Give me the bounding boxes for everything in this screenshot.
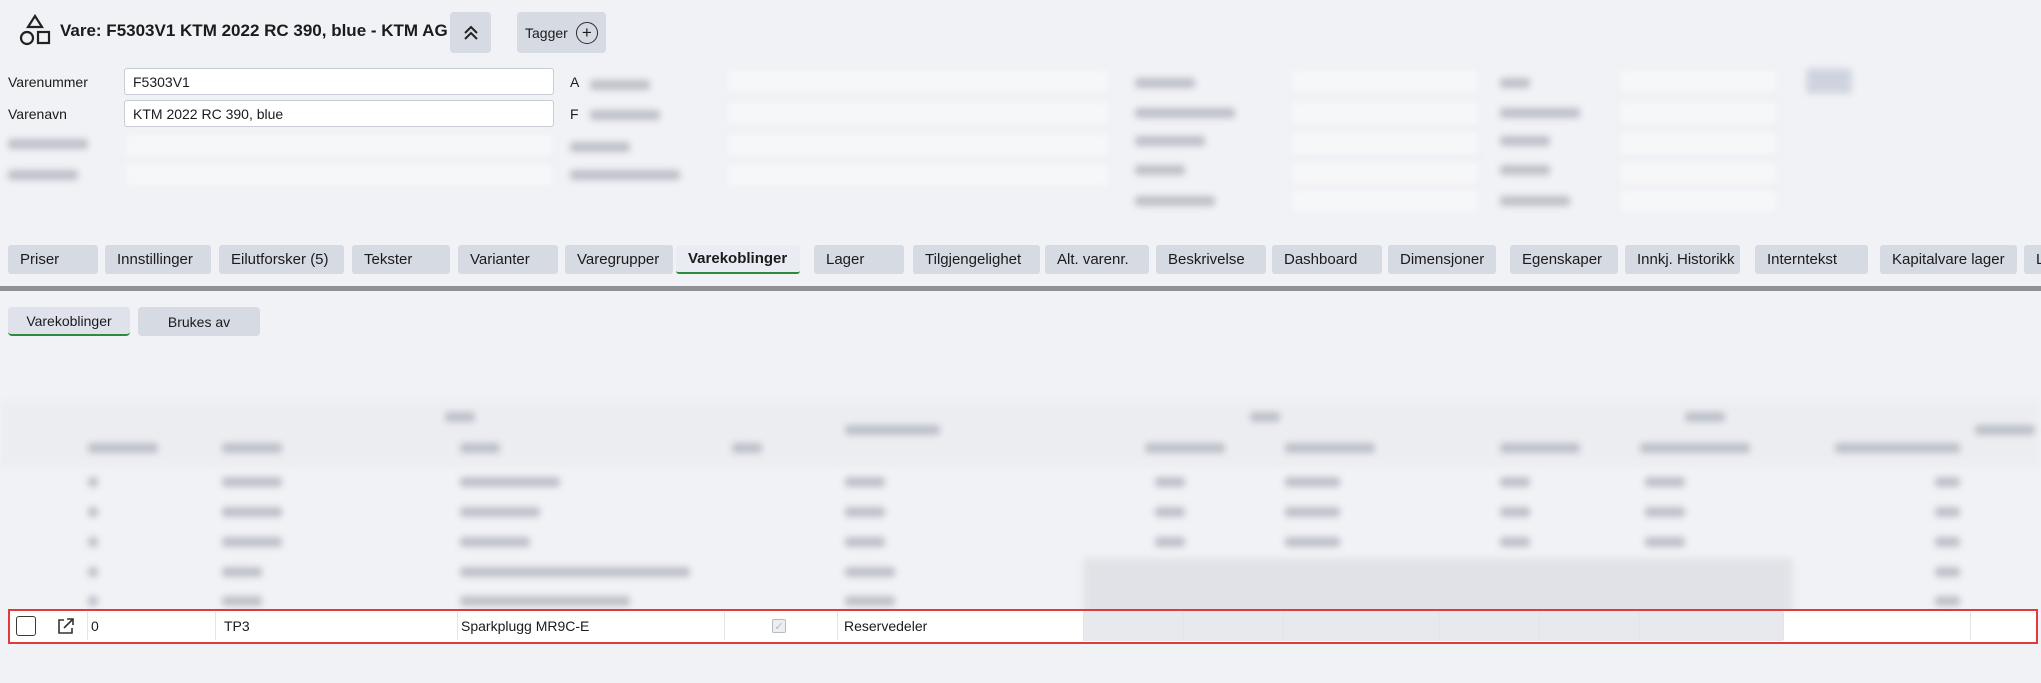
tab-divider	[0, 286, 2041, 291]
tab-interntekst[interactable]: Interntekst	[1755, 245, 1868, 274]
tab-beskrivelse[interactable]: Beskrivelse	[1156, 245, 1266, 274]
page-title: Vare: F5303V1 KTM 2022 RC 390, blue - KT…	[60, 21, 448, 40]
sortering-cell: 0	[91, 618, 99, 634]
subtab-brukes-av[interactable]: Brukes av	[138, 307, 260, 336]
tab-tilgjengelighet[interactable]: Tilgjengelighet	[913, 245, 1040, 274]
tab-priser[interactable]: Priser	[8, 245, 98, 274]
open-link-cell	[50, 611, 80, 641]
tags-button[interactable]: Tagger +	[517, 12, 606, 53]
table-row-highlighted[interactable]: 0 TP3 Sparkplugg MR9C-E ✓ Reservedeler	[8, 609, 2038, 644]
header: Vare: F5303V1 KTM 2022 RC 390, blue - KT…	[0, 0, 2041, 60]
tab-egenskaper[interactable]: Egenskaper	[1510, 245, 1618, 274]
tab-varegrupper[interactable]: Varegrupper	[565, 245, 673, 274]
subtab-varekoblinger[interactable]: Varekoblinger	[8, 307, 130, 336]
tab-lager[interactable]: Lager	[814, 245, 904, 274]
tags-label: Tagger	[525, 24, 568, 41]
tab-dimensjoner[interactable]: Dimensjoner	[1388, 245, 1496, 274]
checked-cell: ✓	[772, 611, 792, 641]
plus-circle-icon: +	[575, 21, 598, 44]
varenummer-input[interactable]	[124, 68, 554, 95]
shapes-icon	[19, 14, 51, 46]
tab-alt-varenr[interactable]: Alt. varenr.	[1045, 245, 1149, 274]
tab-eilutforsker-5[interactable]: Eilutforsker (5)	[219, 245, 344, 274]
right-field-label-f: F	[570, 106, 579, 122]
tab-varianter[interactable]: Varianter	[458, 245, 558, 274]
koblingstype-cell: Reservedeler	[844, 618, 928, 634]
varenummer-label: Varenummer	[8, 74, 88, 90]
right-field-label-a: A	[570, 74, 580, 90]
blurred-grid	[0, 400, 2041, 618]
tab-l[interactable]: L	[2024, 245, 2041, 274]
checkbox-icon[interactable]	[16, 616, 36, 636]
tab-innstillinger[interactable]: Innstillinger	[105, 245, 211, 274]
row-select-cell	[16, 611, 46, 641]
collapse-button[interactable]	[450, 12, 491, 53]
tab-dashboard[interactable]: Dashboard	[1272, 245, 1382, 274]
external-link-icon[interactable]	[56, 617, 75, 636]
chevron-double-up-icon	[463, 25, 478, 40]
varenummer-cell: TP3	[224, 618, 250, 634]
tab-tekster[interactable]: Tekster	[352, 245, 450, 274]
tab-kapitalvare-lager[interactable]: Kapitalvare lager	[1880, 245, 2017, 274]
tab-bar: Priser Innstillinger Eilutforsker (5) Tekst…	[0, 245, 2041, 275]
empty-gray-cells	[1083, 611, 1783, 641]
tab-varekoblinger[interactable]: Varekoblinger	[676, 245, 800, 274]
varenavn-label: Varenavn	[8, 106, 67, 122]
varenavn-input[interactable]	[124, 100, 554, 127]
tab-innkj-historikk[interactable]: Innkj. Historikk	[1625, 245, 1740, 274]
varenavn-cell: Sparkplugg MR9C-E	[461, 618, 590, 634]
checkmark-icon: ✓	[772, 619, 786, 633]
